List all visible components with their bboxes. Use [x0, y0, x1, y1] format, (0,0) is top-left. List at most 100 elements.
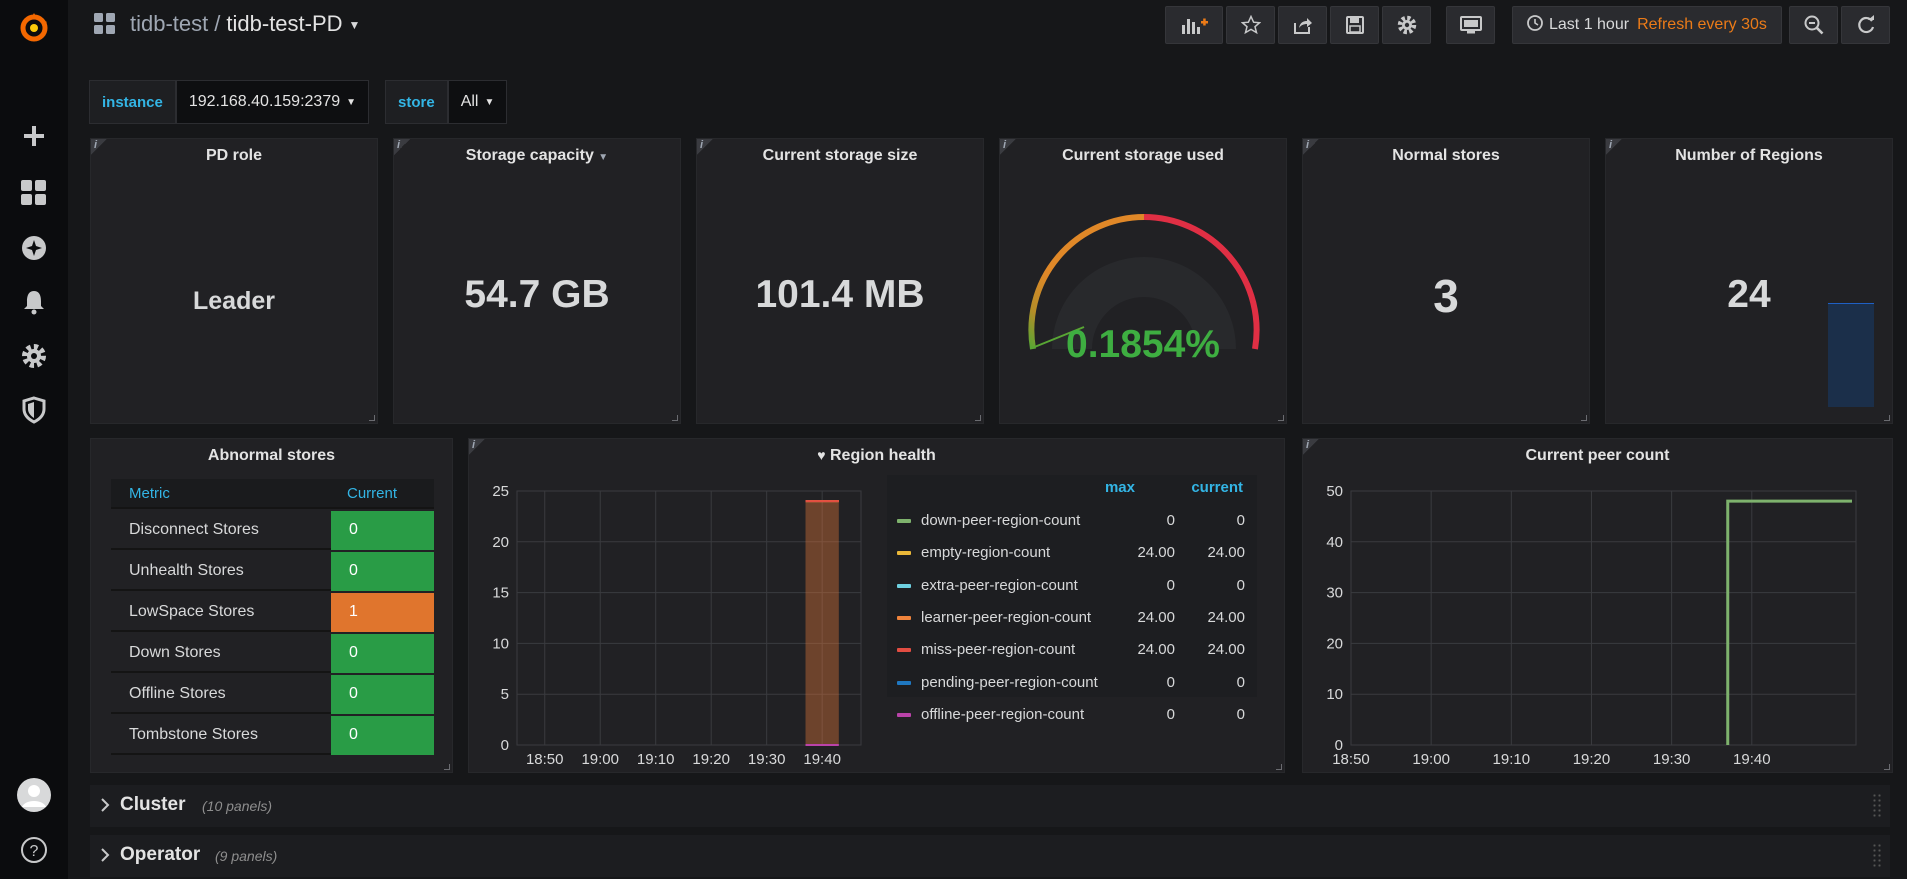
chevron-right-icon[interactable] — [100, 848, 110, 862]
variable-select-store[interactable]: All ▼ — [447, 80, 508, 124]
user-avatar-icon[interactable] — [14, 775, 54, 815]
legend-series-name[interactable]: down-peer-region-count — [921, 512, 1080, 529]
explore-icon[interactable] — [14, 228, 54, 268]
column-header-metric[interactable]: Metric — [129, 485, 170, 502]
save-button[interactable] — [1330, 6, 1379, 44]
panel-title[interactable]: Current storage size — [697, 147, 983, 165]
legend-series-name[interactable]: offline-peer-region-count — [921, 706, 1084, 723]
drag-handle-icon[interactable] — [1872, 843, 1882, 869]
resize-handle[interactable] — [975, 415, 981, 421]
star-button[interactable] — [1226, 6, 1275, 44]
legend-item[interactable]: pending-peer-region-count 0 0 — [887, 667, 1257, 699]
variable-instance[interactable]: instance 192.168.40.159:2379 ▼ — [89, 80, 370, 124]
y-tick-label: 20 — [1326, 635, 1343, 652]
legend-current-value: 0 — [1236, 673, 1245, 691]
time-range-label[interactable]: Last 1 hour — [1549, 16, 1629, 34]
panel-title[interactable]: Current storage used — [1000, 147, 1286, 165]
caret-down-icon[interactable]: ▼ — [346, 97, 356, 108]
legend-swatch[interactable] — [897, 680, 911, 685]
column-header-current[interactable]: Current — [347, 485, 397, 502]
plus-icon[interactable] — [14, 116, 54, 156]
legend-series-name[interactable]: extra-peer-region-count — [921, 577, 1078, 594]
panel-abnormal-stores[interactable]: Abnormal stores Metric Current Disconnec… — [90, 438, 453, 773]
legend-swatch[interactable] — [897, 712, 911, 717]
resize-handle[interactable] — [1884, 764, 1890, 770]
panel-title[interactable]: Abnormal stores — [91, 447, 452, 465]
panel-current-storage-size[interactable]: i Current storage size 101.4 MB — [696, 138, 984, 424]
resize-handle[interactable] — [444, 764, 450, 770]
legend-item[interactable]: extra-peer-region-count 0 0 — [887, 570, 1257, 602]
resize-handle[interactable] — [672, 415, 678, 421]
legend-series-name[interactable]: pending-peer-region-count — [921, 674, 1098, 691]
legend-swatch[interactable] — [897, 615, 911, 620]
resize-handle[interactable] — [1278, 415, 1284, 421]
legend-series-name[interactable]: learner-peer-region-count — [921, 609, 1091, 626]
dashboard-title[interactable]: tidb-test-PD — [226, 11, 342, 36]
grafana-logo-icon[interactable] — [14, 8, 54, 48]
legend-swatch[interactable] — [897, 648, 911, 653]
share-button[interactable] — [1278, 6, 1327, 44]
panel-title[interactable]: Normal stores — [1303, 147, 1589, 165]
row-operator[interactable]: Operator (9 panels) — [90, 835, 1890, 877]
variable-value-store[interactable]: All — [461, 93, 479, 111]
legend-item[interactable]: learner-peer-region-count 24.00 24.00 — [887, 602, 1257, 634]
legend-header-current[interactable]: current — [1191, 479, 1243, 496]
folder-name[interactable]: tidb-test — [130, 11, 208, 36]
caret-down-icon[interactable]: ▼ — [598, 152, 608, 163]
server-admin-shield-icon[interactable] — [14, 390, 54, 430]
panel-title[interactable]: PD role — [91, 147, 377, 165]
panel-number-of-regions[interactable]: i Number of Regions 24 — [1605, 138, 1893, 424]
panel-title[interactable]: ♥ Region health — [469, 447, 1284, 465]
breadcrumb[interactable]: tidb-test / tidb-test-PD ▼ — [130, 11, 360, 37]
resize-handle[interactable] — [1581, 415, 1587, 421]
chevron-right-icon[interactable] — [100, 798, 110, 812]
caret-down-icon[interactable]: ▼ — [484, 97, 494, 108]
configuration-gear-icon[interactable] — [14, 336, 54, 376]
zoom-out-button[interactable] — [1789, 6, 1838, 44]
time-range-picker[interactable]: Last 1 hour Refresh every 30s — [1512, 6, 1782, 44]
variable-value-instance[interactable]: 192.168.40.159:2379 — [189, 93, 340, 111]
tv-mode-button[interactable] — [1446, 6, 1495, 44]
legend-header-max[interactable]: max — [1105, 479, 1135, 496]
refresh-button[interactable] — [1841, 6, 1890, 44]
help-icon[interactable]: ? — [14, 830, 54, 870]
plot-area — [1350, 490, 1857, 746]
panel-normal-stores[interactable]: i Normal stores 3 — [1302, 138, 1590, 424]
settings-button[interactable] — [1382, 6, 1431, 44]
legend-item[interactable]: miss-peer-region-count 24.00 24.00 — [887, 634, 1257, 666]
variable-select-instance[interactable]: 192.168.40.159:2379 ▼ — [175, 80, 370, 124]
panel-title[interactable]: Number of Regions — [1606, 147, 1892, 165]
refresh-interval-label[interactable]: Refresh every 30s — [1637, 16, 1767, 34]
legend-swatch[interactable] — [897, 583, 911, 588]
panel-title-text[interactable]: Region health — [830, 447, 936, 464]
dashboards-icon[interactable] — [14, 173, 54, 213]
resize-handle[interactable] — [1884, 415, 1890, 421]
add-panel-button[interactable] — [1165, 6, 1223, 44]
row-title[interactable]: Cluster — [120, 794, 185, 816]
resize-handle[interactable] — [369, 415, 375, 421]
panel-title[interactable]: Storage capacity ▼ — [394, 147, 680, 165]
legend-series-name[interactable]: empty-region-count — [921, 544, 1050, 561]
legend-swatch[interactable] — [897, 519, 911, 523]
legend-item[interactable]: offline-peer-region-count 0 0 — [887, 699, 1257, 731]
row-cluster[interactable]: Cluster (10 panels) — [90, 785, 1890, 827]
metric-name: LowSpace Stores — [129, 603, 255, 620]
legend-swatch[interactable] — [897, 551, 911, 556]
panel-storage-capacity[interactable]: i Storage capacity ▼ 54.7 GB — [393, 138, 681, 424]
panel-current-storage-used[interactable]: i Current storage used 0.1854% — [999, 138, 1287, 424]
panel-pd-role[interactable]: i PD role Leader — [90, 138, 378, 424]
panel-title-text[interactable]: Storage capacity — [466, 147, 594, 164]
legend-series-name[interactable]: miss-peer-region-count — [921, 641, 1075, 658]
variable-store[interactable]: store All ▼ — [385, 80, 508, 124]
legend-item[interactable]: down-peer-region-count 0 0 — [887, 505, 1257, 537]
alerting-bell-icon[interactable] — [14, 282, 54, 322]
caret-down-icon[interactable]: ▼ — [349, 18, 361, 32]
row-title[interactable]: Operator — [120, 844, 200, 866]
legend-item[interactable]: empty-region-count 24.00 24.00 — [887, 537, 1257, 569]
panel-current-peer-count[interactable]: i Current peer count 0 10 20 30 40 50 18:50 19:… — [1302, 438, 1893, 773]
panel-region-health[interactable]: i ♥ Region health 0 5 10 15 20 25 18:50 19:00 19… — [468, 438, 1285, 773]
x-tick-label: 18:50 — [526, 751, 564, 767]
drag-handle-icon[interactable] — [1872, 793, 1882, 819]
panel-title[interactable]: Current peer count — [1303, 447, 1892, 465]
resize-handle[interactable] — [1276, 764, 1282, 770]
